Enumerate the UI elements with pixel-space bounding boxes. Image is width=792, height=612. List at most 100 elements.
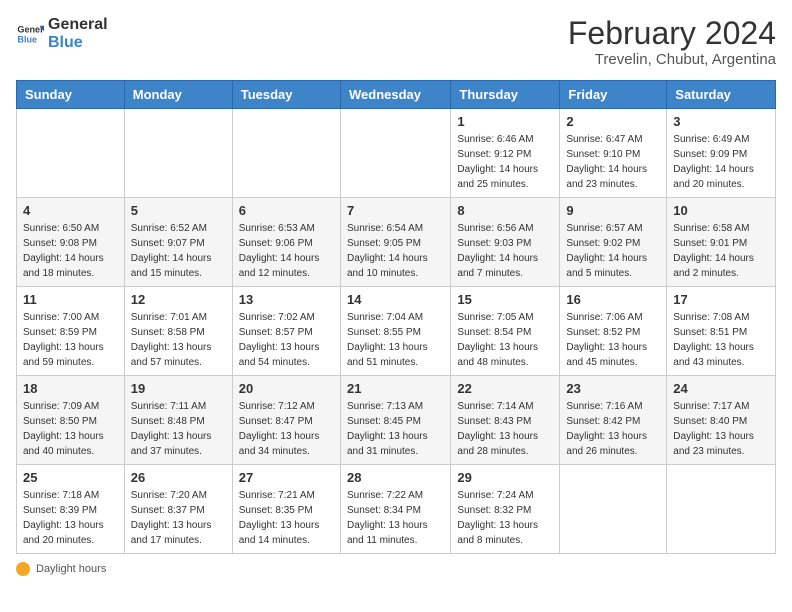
day-cell: 14Sunrise: 7:04 AM Sunset: 8:55 PM Dayli… [340,287,450,376]
day-cell: 21Sunrise: 7:13 AM Sunset: 8:45 PM Dayli… [340,376,450,465]
day-number: 2 [566,114,660,129]
day-number: 19 [131,381,226,396]
week-row-5: 25Sunrise: 7:18 AM Sunset: 8:39 PM Dayli… [17,465,776,554]
day-number: 3 [673,114,769,129]
col-header-thursday: Thursday [451,81,560,109]
day-number: 9 [566,203,660,218]
col-header-wednesday: Wednesday [340,81,450,109]
day-info: Sunrise: 7:06 AM Sunset: 8:52 PM Dayligh… [566,310,660,370]
title-area: February 2024 Trevelin, Chubut, Argentin… [568,16,776,68]
week-row-4: 18 Sunrise: 7:09 AM Sunset: 8:50 PM Dayli… [17,376,776,465]
logo-icon: General Blue [16,20,44,48]
day-number: 13 [239,292,334,307]
col-header-monday: Monday [124,81,232,109]
day-info: Sunrise: 6:58 AM Sunset: 9:01 PM Dayligh… [673,221,769,281]
day-number: 1 [457,114,553,129]
day-number: 17 [673,292,769,307]
svg-text:Blue: Blue [17,34,37,44]
sun-icon [16,562,30,576]
day-info: Sunrise: 6:53 AM Sunset: 9:06 PM Dayligh… [239,221,334,281]
day-number: 29 [457,470,553,485]
day-info: Sunrise: 6:46 AM Sunset: 9:12 PM Dayligh… [457,132,553,192]
calendar-table: SundayMondayTuesdayWednesdayThursdayFrid… [16,80,776,554]
svg-text:General: General [17,24,44,34]
header-row: SundayMondayTuesdayWednesdayThursdayFrid… [17,81,776,109]
day-info: Sunrise: 6:57 AM Sunset: 9:02 PM Dayligh… [566,221,660,281]
day-cell: 9 Sunrise: 6:57 AM Sunset: 9:02 PM Daylig… [560,198,667,287]
day-cell: 13 Sunrise: 7:02 AM Sunset: 8:57 PM Dayli… [232,287,340,376]
day-cell [340,109,450,198]
day-info: Sunrise: 7:02 AM Sunset: 8:57 PM Dayligh… [239,310,334,370]
week-row-2: 4 Sunrise: 6:50 AM Sunset: 9:08 PM Daylig… [17,198,776,287]
day-cell [667,465,776,554]
day-cell: 24Sunrise: 7:17 AM Sunset: 8:40 PM Dayli… [667,376,776,465]
day-number: 11 [23,292,118,307]
day-cell: 23 Sunrise: 7:16 AM Sunset: 8:42 PM Dayli… [560,376,667,465]
day-info: Sunrise: 6:50 AM Sunset: 9:08 PM Dayligh… [23,221,118,281]
day-cell: 1 Sunrise: 6:46 AM Sunset: 9:12 PM Daylig… [451,109,560,198]
col-header-tuesday: Tuesday [232,81,340,109]
col-header-saturday: Saturday [667,81,776,109]
day-info: Sunrise: 7:08 AM Sunset: 8:51 PM Dayligh… [673,310,769,370]
day-number: 20 [239,381,334,396]
day-info: Sunrise: 7:12 AM Sunset: 8:47 PM Dayligh… [239,399,334,459]
day-cell: 12Sunrise: 7:01 AM Sunset: 8:58 PM Dayli… [124,287,232,376]
day-info: Sunrise: 7:24 AM Sunset: 8:32 PM Dayligh… [457,488,553,548]
logo-blue: Blue [48,34,108,52]
day-cell: 17 Sunrise: 7:08 AM Sunset: 8:51 PM Dayli… [667,287,776,376]
day-number: 21 [347,381,444,396]
day-info: Sunrise: 6:54 AM Sunset: 9:05 PM Dayligh… [347,221,444,281]
day-number: 8 [457,203,553,218]
day-number: 15 [457,292,553,307]
day-cell: 2 Sunrise: 6:47 AM Sunset: 9:10 PM Daylig… [560,109,667,198]
day-cell: 10 Sunrise: 6:58 AM Sunset: 9:01 PM Dayli… [667,198,776,287]
day-number: 10 [673,203,769,218]
day-number: 22 [457,381,553,396]
week-row-3: 11Sunrise: 7:00 AM Sunset: 8:59 PM Dayli… [17,287,776,376]
day-info: Sunrise: 7:22 AM Sunset: 8:34 PM Dayligh… [347,488,444,548]
day-cell: 26Sunrise: 7:20 AM Sunset: 8:37 PM Dayli… [124,465,232,554]
day-info: Sunrise: 7:14 AM Sunset: 8:43 PM Dayligh… [457,399,553,459]
day-cell: 5Sunrise: 6:52 AM Sunset: 9:07 PM Daylig… [124,198,232,287]
day-number: 12 [131,292,226,307]
col-header-friday: Friday [560,81,667,109]
day-cell: 7 Sunrise: 6:54 AM Sunset: 9:05 PM Daylig… [340,198,450,287]
day-number: 18 [23,381,118,396]
day-number: 23 [566,381,660,396]
day-info: Sunrise: 7:11 AM Sunset: 8:48 PM Dayligh… [131,399,226,459]
day-cell: 8 Sunrise: 6:56 AM Sunset: 9:03 PM Daylig… [451,198,560,287]
logo: General Blue General Blue [16,16,108,51]
day-info: Sunrise: 7:16 AM Sunset: 8:42 PM Dayligh… [566,399,660,459]
day-info: Sunrise: 7:05 AM Sunset: 8:54 PM Dayligh… [457,310,553,370]
day-info: Sunrise: 6:56 AM Sunset: 9:03 PM Dayligh… [457,221,553,281]
daylight-label: Daylight hours [36,563,106,575]
day-info: Sunrise: 7:18 AM Sunset: 8:39 PM Dayligh… [23,488,118,548]
day-cell: 22 Sunrise: 7:14 AM Sunset: 8:43 PM Dayli… [451,376,560,465]
day-cell: 25Sunrise: 7:18 AM Sunset: 8:39 PM Dayli… [17,465,125,554]
week-row-1: 1 Sunrise: 6:46 AM Sunset: 9:12 PM Daylig… [17,109,776,198]
day-cell: 6 Sunrise: 6:53 AM Sunset: 9:06 PM Daylig… [232,198,340,287]
day-cell: 29 Sunrise: 7:24 AM Sunset: 8:32 PM Dayli… [451,465,560,554]
day-cell [124,109,232,198]
day-cell: 19 Sunrise: 7:11 AM Sunset: 8:48 PM Dayli… [124,376,232,465]
day-cell: 3Sunrise: 6:49 AM Sunset: 9:09 PM Daylig… [667,109,776,198]
day-info: Sunrise: 7:20 AM Sunset: 8:37 PM Dayligh… [131,488,226,548]
day-number: 4 [23,203,118,218]
day-cell: 18 Sunrise: 7:09 AM Sunset: 8:50 PM Dayli… [17,376,125,465]
day-cell: 4 Sunrise: 6:50 AM Sunset: 9:08 PM Daylig… [17,198,125,287]
day-cell [17,109,125,198]
day-info: Sunrise: 6:47 AM Sunset: 9:10 PM Dayligh… [566,132,660,192]
day-number: 24 [673,381,769,396]
logo-general: General [48,16,108,34]
day-cell: 28 Sunrise: 7:22 AM Sunset: 8:34 PM Dayli… [340,465,450,554]
day-number: 6 [239,203,334,218]
day-number: 28 [347,470,444,485]
day-cell: 27Sunrise: 7:21 AM Sunset: 8:35 PM Dayli… [232,465,340,554]
header: General Blue General Blue February 2024 … [16,16,776,68]
day-info: Sunrise: 7:09 AM Sunset: 8:50 PM Dayligh… [23,399,118,459]
day-cell: 15 Sunrise: 7:05 AM Sunset: 8:54 PM Dayli… [451,287,560,376]
day-number: 7 [347,203,444,218]
day-number: 5 [131,203,226,218]
day-number: 16 [566,292,660,307]
day-cell: 11Sunrise: 7:00 AM Sunset: 8:59 PM Dayli… [17,287,125,376]
